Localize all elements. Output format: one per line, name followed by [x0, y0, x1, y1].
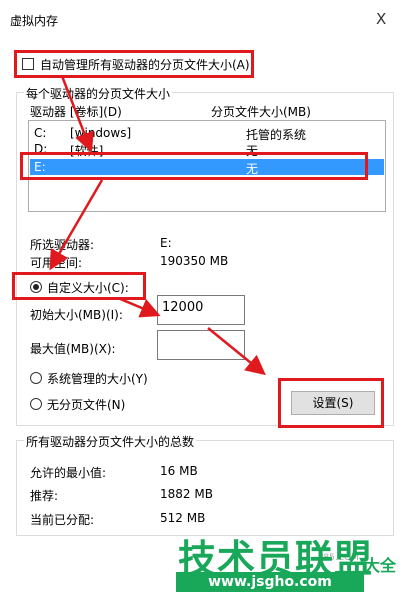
- annotation-arrows: [49, 75, 266, 376]
- watermark-url: www.jsgho.com: [176, 572, 364, 592]
- arrow-to-initial-size: [117, 296, 161, 318]
- arrow-to-custom-size: [49, 179, 104, 271]
- watermark-side: 大全: [364, 556, 397, 575]
- arrow-to-set-button: [207, 327, 266, 376]
- arrow-to-drive-list: [60, 75, 94, 153]
